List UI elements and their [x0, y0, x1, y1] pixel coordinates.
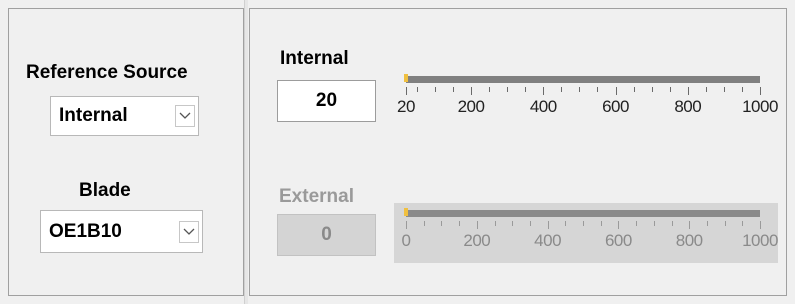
reference-source-label: Reference Source	[26, 62, 188, 83]
slider-tick	[529, 221, 531, 226]
slider-tick	[543, 87, 545, 95]
slider-tick	[600, 221, 602, 226]
reference-source-select[interactable]: Internal	[50, 96, 199, 136]
slider-tick-label: 400	[534, 231, 562, 250]
slider-tick-label: 200	[457, 97, 485, 116]
slider-tick-label: 600	[604, 231, 632, 250]
slider-tick	[476, 221, 478, 229]
slider-tick	[724, 221, 726, 226]
slider-thumb	[404, 208, 408, 216]
slider-tick	[669, 87, 671, 92]
slider-tick	[689, 221, 691, 229]
reference-source-value: Internal	[59, 105, 128, 126]
slider-tick	[705, 87, 707, 92]
slider-tick	[459, 221, 461, 226]
slider-tick-label: 400	[529, 97, 557, 116]
slider-tick	[406, 87, 407, 95]
slider-tick	[494, 221, 496, 226]
internal-label: Internal	[280, 48, 349, 69]
slider-tick	[741, 87, 743, 92]
blade-select[interactable]: OE1B10	[40, 210, 203, 253]
slider-tick	[416, 87, 418, 92]
slider-tick	[760, 221, 761, 229]
slider-tick	[547, 221, 549, 229]
external-slider: 0 200 400 600 800 1000	[394, 203, 778, 263]
slider-tick	[512, 221, 514, 226]
slider-tick	[565, 221, 567, 226]
slider-tick	[489, 87, 491, 92]
slider-tick	[561, 87, 563, 92]
slider-tick-label: 800	[675, 231, 703, 250]
internal-slider[interactable]: 20 200 400 600 800 1000	[397, 71, 778, 127]
slider-tick	[636, 221, 638, 226]
slider-tick	[706, 221, 708, 226]
slider-tick	[471, 87, 473, 95]
slider-tick	[525, 87, 527, 92]
slider-tick	[615, 87, 617, 95]
slider-tick	[671, 221, 673, 226]
slider-tick	[441, 221, 443, 226]
slider-tick	[760, 87, 761, 95]
slider-tick-label: 800	[674, 97, 702, 116]
internal-value-field[interactable]: 20	[277, 80, 376, 122]
slider-tick-label: 600	[602, 97, 629, 116]
slider-tick	[651, 87, 653, 92]
slider-tick	[742, 221, 744, 226]
blade-label: Blade	[79, 180, 131, 201]
external-label: External	[279, 186, 354, 207]
slider-tick	[583, 221, 584, 226]
slider-tick	[452, 87, 454, 92]
chevron-down-icon[interactable]	[175, 105, 195, 127]
slider-thumb[interactable]	[404, 74, 408, 82]
slider-tick	[723, 87, 725, 92]
slider-tick-label: 200	[463, 231, 491, 250]
external-value-field: 0	[277, 214, 376, 256]
slider-track	[406, 210, 760, 217]
panel-divider	[244, 0, 248, 304]
slider-tick	[406, 221, 407, 229]
chevron-down-icon[interactable]	[179, 220, 199, 243]
slider-tick	[597, 87, 599, 92]
slider-tick	[618, 221, 620, 229]
slider-tick	[633, 87, 635, 92]
slider-tick-label: 1000	[742, 231, 778, 250]
blade-value: OE1B10	[49, 220, 122, 242]
slider-tick-label: 1000	[742, 97, 778, 116]
slider-track[interactable]	[406, 76, 760, 83]
slider-tick-label: 20	[397, 97, 415, 116]
slider-tick	[653, 221, 655, 226]
slider-tick	[687, 87, 689, 95]
slider-tick	[434, 87, 436, 92]
slider-tick-label: 0	[401, 231, 411, 250]
slider-tick	[423, 221, 425, 226]
slider-tick	[507, 87, 509, 92]
slider-tick	[579, 87, 581, 92]
